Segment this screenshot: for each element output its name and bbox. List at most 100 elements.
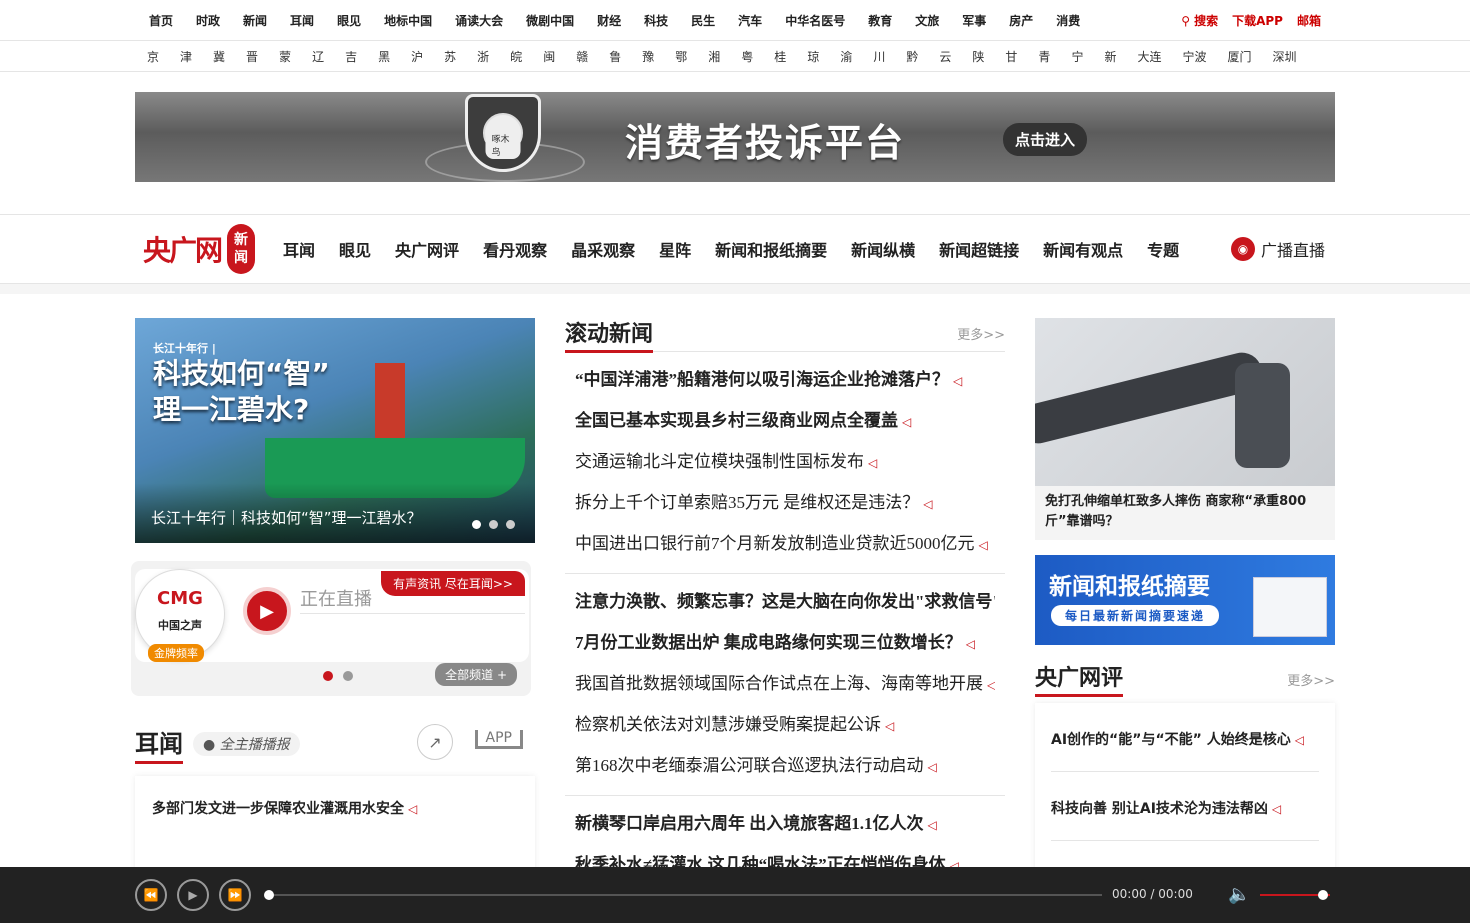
channel-menu-item[interactable]: 耳闻	[283, 237, 315, 261]
region-item[interactable]: 豫	[642, 48, 654, 65]
channel-menu-item[interactable]: 央广网评	[395, 237, 459, 261]
rewind-button[interactable]: ⏪	[135, 879, 167, 911]
region-item[interactable]: 吉	[345, 48, 357, 65]
region-item[interactable]: 蒙	[279, 48, 291, 65]
channel-menu-item[interactable]: 新闻有观点	[1043, 237, 1123, 261]
top-nav-item[interactable]: 诵读大会	[455, 12, 503, 29]
top-nav-item[interactable]: 文旅	[915, 12, 939, 29]
ear-news-item[interactable]: 多部门发文进一步保障农业灌溉用水安全 ◁	[152, 798, 518, 818]
audio-news-tag[interactable]: 有声资讯 尽在耳闻>>	[381, 571, 525, 596]
region-item[interactable]: 云	[939, 48, 951, 65]
radio-page-dot[interactable]	[323, 671, 333, 681]
complaint-platform-banner[interactable]: 啄木鸟 消费者投诉平台 点击进入	[135, 92, 1335, 182]
comment-item[interactable]: 科技向善 别让AI技术沦为违法帮凶 ◁	[1051, 772, 1319, 841]
top-nav-item[interactable]: 地标中国	[384, 12, 432, 29]
top-nav-item[interactable]: 民生	[691, 12, 715, 29]
radio-live-link[interactable]: ◉ 广播直播	[1230, 237, 1325, 261]
news-item[interactable]: 检察机关依法对刘慧涉嫌受贿案提起公诉 ◁	[575, 705, 995, 746]
carousel-dot[interactable]	[472, 520, 481, 529]
region-item[interactable]: 闽	[543, 48, 555, 65]
region-item[interactable]: 晋	[246, 48, 258, 65]
channel-menu-item[interactable]: 新闻和报纸摘要	[715, 237, 827, 261]
region-item[interactable]: 渝	[840, 48, 852, 65]
channel-menu-item[interactable]: 晶采观察	[571, 237, 635, 261]
top-nav-item[interactable]: 中华名医号	[785, 12, 845, 29]
region-item[interactable]: 深圳	[1273, 48, 1297, 65]
region-item[interactable]: 川	[873, 48, 885, 65]
top-nav-item[interactable]: 财经	[597, 12, 621, 29]
channel-menu-item[interactable]: 星阵	[659, 237, 691, 261]
featured-story[interactable]: 免打孔伸缩单杠致多人摔伤 商家称“承重800斤”靠谱吗？	[1035, 318, 1335, 540]
region-item[interactable]: 沪	[411, 48, 423, 65]
region-item[interactable]: 琼	[807, 48, 819, 65]
progress-track[interactable]	[268, 894, 1102, 896]
news-item[interactable]: 中国进出口银行前7个月新发放制造业贷款近5000亿元 ◁	[575, 524, 995, 565]
comment-item[interactable]: AI创作的“能”与“不能” 人始终是核心 ◁	[1051, 703, 1319, 772]
search-link[interactable]: ⚲ 搜索	[1181, 12, 1218, 29]
news-digest-banner[interactable]: 新闻和报纸摘要 每日最新新闻摘要速递	[1035, 555, 1335, 645]
region-item[interactable]: 新	[1104, 48, 1116, 65]
radio-play-button[interactable]: ▶	[243, 587, 291, 635]
cnr-comment-more-link[interactable]: 更多>>	[1287, 670, 1335, 689]
channel-menu-item[interactable]: 新闻纵横	[851, 237, 915, 261]
region-item[interactable]: 宁波	[1182, 48, 1206, 65]
scroll-news-more-link[interactable]: 更多>>	[957, 324, 1005, 343]
top-nav-item[interactable]: 时政	[196, 12, 220, 29]
region-item[interactable]: 辽	[312, 48, 324, 65]
banner-enter-button[interactable]: 点击进入	[1003, 123, 1088, 156]
region-item[interactable]: 苏	[444, 48, 456, 65]
play-button[interactable]: ▶	[177, 879, 209, 911]
news-item[interactable]: 注意力涣散、频繁忘事？这是大脑在向你发出"求救信号"◁	[575, 582, 995, 623]
top-nav-item[interactable]: 微剧中国	[526, 12, 574, 29]
station-logo[interactable]: CMG 中国之声 金牌频率	[135, 569, 225, 662]
anchor-broadcast-tag[interactable]: ● 全主播播报	[193, 732, 300, 756]
news-item[interactable]: 新横琴口岸启用六周年 出入境旅客超1.1亿人次 ◁	[575, 804, 995, 845]
share-icon[interactable]: ↗	[417, 724, 453, 760]
ear-news-title[interactable]: 耳闻	[135, 724, 183, 764]
forward-button[interactable]: ⏩	[219, 879, 251, 911]
volume-icon[interactable]: 🔈	[1228, 884, 1250, 905]
carousel-dot[interactable]	[489, 520, 498, 529]
region-item[interactable]: 冀	[213, 48, 225, 65]
top-nav-item[interactable]: 消费	[1056, 12, 1080, 29]
channel-menu-item[interactable]: 新闻超链接	[939, 237, 1019, 261]
top-nav-item[interactable]: 房产	[1009, 12, 1033, 29]
featured-caption[interactable]: 免打孔伸缩单杠致多人摔伤 商家称“承重800斤”靠谱吗？	[1045, 492, 1325, 532]
top-nav-item[interactable]: 军事	[962, 12, 986, 29]
region-item[interactable]: 鄂	[675, 48, 687, 65]
region-item[interactable]: 桂	[774, 48, 786, 65]
top-nav-item[interactable]: 科技	[644, 12, 668, 29]
news-item[interactable]: 全国已基本实现县乡村三级商业网点全覆盖 ◁	[575, 401, 995, 442]
cnr-logo[interactable]: 央广网 新闻	[143, 224, 256, 274]
radio-page-dot[interactable]	[343, 671, 353, 681]
top-nav-item[interactable]: 首页	[149, 12, 173, 29]
region-item[interactable]: 粤	[741, 48, 753, 65]
mail-link[interactable]: 邮箱	[1297, 12, 1321, 29]
region-item[interactable]: 鲁	[609, 48, 621, 65]
region-item[interactable]: 京	[147, 48, 159, 65]
headline-carousel[interactable]: 长江十年行 | 科技如何“智” 理一江碧水? 长江十年行｜科技如何“智”理一江碧…	[135, 318, 535, 543]
region-item[interactable]: 皖	[510, 48, 522, 65]
carousel-dot[interactable]	[506, 520, 515, 529]
region-item[interactable]: 陕	[972, 48, 984, 65]
progress-handle[interactable]	[264, 890, 274, 900]
top-nav-item[interactable]: 汽车	[738, 12, 762, 29]
region-item[interactable]: 浙	[477, 48, 489, 65]
region-item[interactable]: 宁	[1071, 48, 1083, 65]
news-item[interactable]: 第168次中老缅泰湄公河联合巡逻执法行动启动 ◁	[575, 746, 995, 787]
download-app-link[interactable]: 下载APP	[1232, 12, 1283, 29]
region-item[interactable]: 赣	[576, 48, 588, 65]
app-download-icon[interactable]: APP	[474, 730, 523, 749]
carousel-caption[interactable]: 长江十年行｜科技如何“智”理一江碧水？	[135, 483, 535, 543]
all-channels-button[interactable]: 全部频道 +	[435, 663, 517, 686]
region-item[interactable]: 青	[1038, 48, 1050, 65]
channel-menu-item[interactable]: 专题	[1147, 237, 1179, 261]
news-item[interactable]: “中国洋浦港”船籍港何以吸引海运企业抢滩落户？ ◁	[575, 360, 995, 401]
volume-handle[interactable]	[1318, 890, 1328, 900]
news-item[interactable]: 拆分上千个订单索赔35万元 是维权还是违法？ ◁	[575, 483, 995, 524]
region-item[interactable]: 津	[180, 48, 192, 65]
region-item[interactable]: 黔	[906, 48, 918, 65]
region-item[interactable]: 黑	[378, 48, 390, 65]
channel-menu-item[interactable]: 看丹观察	[483, 237, 547, 261]
region-item[interactable]: 厦门	[1228, 48, 1252, 65]
